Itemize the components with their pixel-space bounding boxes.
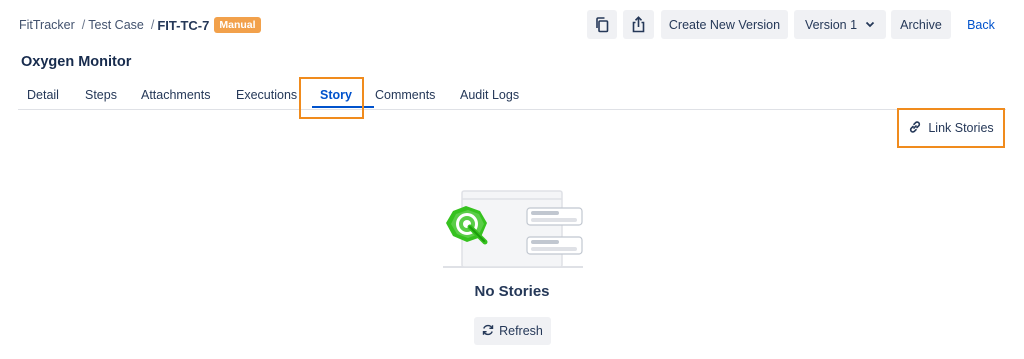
link-stories-button[interactable]: Link Stories xyxy=(897,108,1005,148)
empty-state-illustration xyxy=(440,186,590,275)
tab-executions[interactable]: Executions xyxy=(236,88,297,102)
breadcrumb-app[interactable]: FitTracker xyxy=(19,18,75,32)
test-case-key: FIT-TC-7 xyxy=(157,17,210,33)
empty-state-title: No Stories xyxy=(474,283,550,300)
share-button[interactable] xyxy=(623,10,654,39)
archive-label: Archive xyxy=(900,17,942,32)
breadcrumb-separator: / xyxy=(81,18,86,32)
tab-detail[interactable]: Detail xyxy=(27,88,59,102)
chevron-down-icon xyxy=(865,21,875,28)
copy-button[interactable] xyxy=(587,10,617,39)
tab-steps[interactable]: Steps xyxy=(85,88,117,102)
refresh-button[interactable]: Refresh xyxy=(474,317,551,345)
story-tab-highlight xyxy=(299,77,364,119)
back-button[interactable]: Back xyxy=(958,10,1004,39)
archive-button[interactable]: Archive xyxy=(891,10,951,39)
tab-comments[interactable]: Comments xyxy=(375,88,435,102)
breadcrumb-section[interactable]: Test Case xyxy=(88,18,144,32)
version-select-label: Version 1 xyxy=(804,17,858,32)
refresh-label: Refresh xyxy=(499,324,543,338)
breadcrumb-separator: / xyxy=(150,18,155,32)
page-title: Oxygen Monitor xyxy=(21,54,132,70)
create-new-version-button[interactable]: Create New Version xyxy=(661,10,788,39)
copy-icon xyxy=(595,16,609,33)
share-icon xyxy=(631,16,646,33)
breadcrumb: FitTracker / Test Case / FIT-TC-7 Manual xyxy=(19,16,261,34)
type-badge: Manual xyxy=(214,17,261,33)
version-select[interactable]: Version 1 xyxy=(794,10,886,39)
tab-bar: Detail Steps Attachments Executions Stor… xyxy=(18,80,1006,110)
back-label: Back xyxy=(967,17,995,32)
link-icon xyxy=(908,120,922,137)
link-stories-label: Link Stories xyxy=(928,121,994,135)
refresh-icon xyxy=(482,324,494,339)
create-new-version-label: Create New Version xyxy=(668,17,781,32)
tab-audit-logs[interactable]: Audit Logs xyxy=(460,88,519,102)
tab-attachments[interactable]: Attachments xyxy=(141,88,210,102)
